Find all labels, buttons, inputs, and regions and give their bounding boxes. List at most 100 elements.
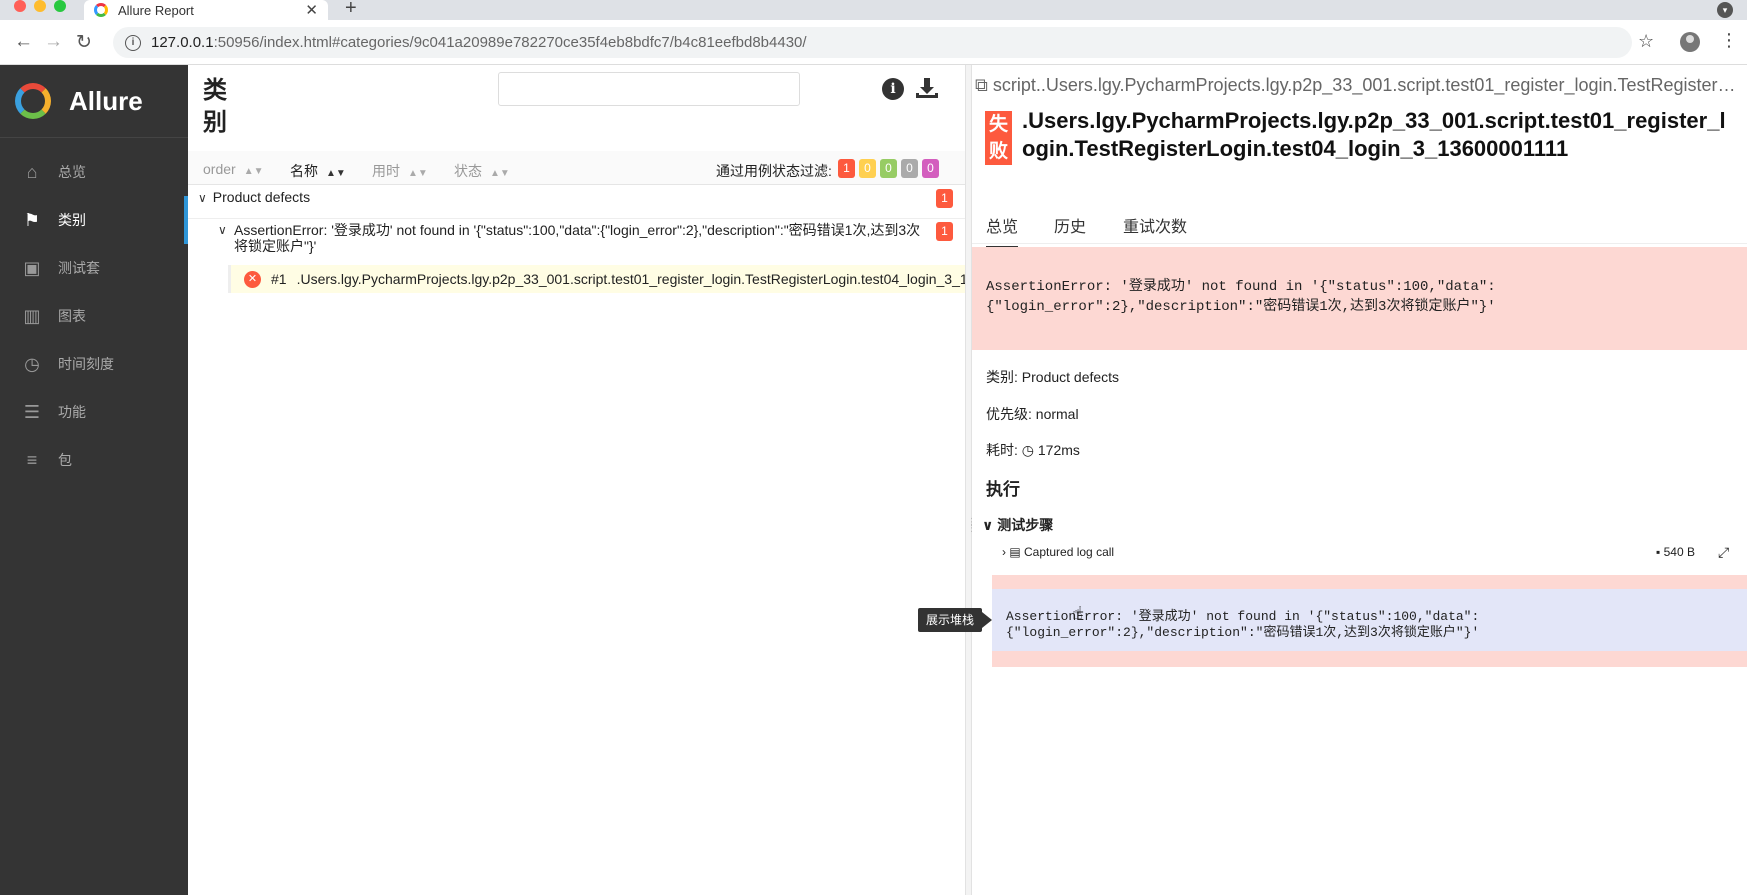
group-label: Product defects bbox=[212, 189, 311, 205]
info-icon[interactable]: i bbox=[882, 78, 904, 100]
tree-group-row[interactable]: ∨ Product defects 1 bbox=[188, 189, 965, 219]
sidebar-item-timeline[interactable]: ◷ 时间刻度 bbox=[0, 340, 188, 388]
step-row[interactable]: › ▤ Captured log call bbox=[1002, 545, 1747, 559]
site-info-icon[interactable]: i bbox=[125, 34, 141, 51]
sidebar-item-label: 测试套 bbox=[58, 260, 100, 276]
sidebar-item-label: 功能 bbox=[58, 404, 86, 420]
test-case-row[interactable]: ✕ #1 .Users.lgy.PycharmProjects.lgy.p2p_… bbox=[228, 265, 965, 293]
test-title: .Users.lgy.PycharmProjects.lgy.p2p_33_00… bbox=[1022, 108, 1726, 161]
window-zoom-button[interactable] bbox=[54, 0, 66, 12]
failed-status-icon: ✕ bbox=[244, 270, 261, 288]
error-count-badge: 1 bbox=[936, 222, 953, 241]
sidebar-item-packages[interactable]: ≡ 包 bbox=[0, 436, 188, 484]
step-label: Captured log call bbox=[1024, 545, 1115, 559]
clock-icon: ◷ bbox=[1021, 442, 1034, 458]
back-arrow-icon[interactable]: ← bbox=[14, 31, 33, 53]
sort-duration[interactable]: 用时 ▲▼ bbox=[372, 161, 428, 181]
brand-name: Allure bbox=[69, 85, 143, 116]
sort-bar: order ▲▼ 名称 ▲▼ 用时 ▲▼ 状态 ▲▼ 通过用例状态过滤: 1 0 0 0… bbox=[188, 151, 965, 185]
test-case-number: #1 bbox=[271, 271, 287, 287]
severity-info: 优先级: normal bbox=[986, 406, 1079, 422]
browser-tab[interactable]: Allure Report ✕ bbox=[84, 0, 328, 20]
window-minimize-button[interactable] bbox=[34, 0, 46, 12]
briefcase-icon: ▣ bbox=[23, 257, 41, 278]
browser-tab-strip: Allure Report ✕ + ▾ bbox=[0, 0, 1747, 20]
sidebar-item-label: 时间刻度 bbox=[58, 356, 114, 372]
result-tabs: 总览 历史 重试次数 bbox=[972, 205, 1747, 248]
duration-info: 耗时: ◷ 172ms bbox=[986, 442, 1080, 458]
tab-history[interactable]: 历史 bbox=[1054, 213, 1086, 237]
tab-close-icon[interactable]: ✕ bbox=[305, 1, 318, 19]
browser-toolbar: ← → ↻ i 127.0.0.1:50956/index.html#categ… bbox=[0, 20, 1747, 65]
forward-arrow-icon[interactable]: → bbox=[44, 31, 63, 53]
sidebar-item-suites[interactable]: ▣ 测试套 bbox=[0, 244, 188, 292]
home-icon: ⌂ bbox=[26, 161, 38, 182]
test-steps-header[interactable]: ∨ 测试步骤 bbox=[982, 515, 1053, 535]
tab-retries[interactable]: 重试次数 bbox=[1123, 213, 1187, 237]
window-close-button[interactable] bbox=[14, 0, 26, 12]
test-result-pane: ⧉ script..Users.lgy.PycharmProjects.lgy.… bbox=[972, 65, 1747, 895]
sidebar-item-graphs[interactable]: ▥ 图表 bbox=[0, 292, 188, 340]
sidebar-item-label: 总览 bbox=[58, 164, 86, 180]
filter-broken[interactable]: 0 bbox=[859, 159, 876, 178]
breadcrumb[interactable]: ⧉ script..Users.lgy.PycharmProjects.lgy.… bbox=[975, 75, 1745, 96]
brand[interactable]: Allure bbox=[0, 65, 188, 138]
hand-cursor-icon: ☝ bbox=[1072, 603, 1083, 623]
execution-title: 执行 bbox=[986, 480, 1020, 499]
group-count-badge: 1 bbox=[936, 189, 953, 208]
status-filter: 1 0 0 0 0 bbox=[838, 159, 939, 178]
flag-icon: ⚑ bbox=[23, 209, 41, 230]
filter-passed[interactable]: 0 bbox=[880, 159, 897, 178]
log-attachment: AssertionError: '登录成功' not found in '{"s… bbox=[992, 575, 1747, 667]
save-icon: ▪ bbox=[1656, 545, 1664, 559]
clock-icon: ◷ bbox=[24, 353, 40, 374]
status-badge: 失败 bbox=[985, 111, 1012, 165]
chevron-down-icon: ∨ bbox=[198, 191, 207, 205]
sidebar-item-overview[interactable]: ⌂ 总览 bbox=[0, 148, 188, 196]
browser-tab-title: Allure Report bbox=[118, 2, 194, 18]
url-host: 127.0.0.1 bbox=[151, 34, 214, 51]
categories-pane: 类别 i order ▲▼ 名称 ▲▼ 用时 ▲▼ 状态 ▲▼ 通过用例状态过滤: 1 … bbox=[188, 65, 965, 895]
expand-icon[interactable]: ⤢ bbox=[1718, 544, 1729, 561]
search-input[interactable] bbox=[498, 72, 800, 106]
tab-search-icon[interactable]: ▾ bbox=[1717, 2, 1733, 18]
tree-error-row[interactable]: ∨ AssertionError: '登录成功' not found in '{… bbox=[188, 222, 965, 260]
test-case-label: .Users.lgy.PycharmProjects.lgy.p2p_33_00… bbox=[296, 271, 965, 287]
log-text[interactable]: AssertionError: '登录成功' not found in '{"s… bbox=[992, 589, 1747, 651]
sort-status[interactable]: 状态 ▲▼ bbox=[454, 161, 510, 181]
chevron-down-icon: ∨ bbox=[218, 223, 227, 237]
align-left-icon: ≡ bbox=[26, 449, 38, 470]
allure-favicon-icon bbox=[94, 3, 108, 17]
bar-chart-icon: ▥ bbox=[23, 305, 41, 326]
sidebar-item-categories[interactable]: ⚑ 类别 bbox=[0, 196, 188, 244]
sort-name[interactable]: 名称 ▲▼ bbox=[290, 161, 346, 181]
profile-avatar-icon[interactable] bbox=[1680, 32, 1700, 52]
browser-menu-icon[interactable]: ⋮ bbox=[1720, 30, 1738, 51]
sidebar-item-label: 类别 bbox=[58, 212, 86, 228]
url-path: :50956/index.html#categories/9c041a20989… bbox=[213, 34, 807, 51]
copy-icon[interactable]: ⧉ bbox=[975, 75, 993, 95]
pane-splitter[interactable]: ⋮⋮ bbox=[965, 65, 977, 895]
address-bar[interactable]: i 127.0.0.1:50956/index.html#categories/… bbox=[113, 27, 1632, 58]
new-tab-button[interactable]: + bbox=[345, 0, 357, 20]
chevron-down-icon: ∨ bbox=[982, 517, 998, 533]
download-icon[interactable] bbox=[914, 75, 940, 101]
bookmark-star-icon[interactable]: ☆ bbox=[1638, 31, 1654, 52]
reload-icon[interactable]: ↻ bbox=[76, 31, 92, 54]
file-icon: ▤ bbox=[1009, 545, 1025, 559]
sidebar-item-behaviors[interactable]: ☰ 功能 bbox=[0, 388, 188, 436]
filter-skipped[interactable]: 0 bbox=[901, 159, 918, 178]
tab-overview[interactable]: 总览 bbox=[986, 213, 1019, 248]
filter-failed[interactable]: 1 bbox=[838, 159, 855, 178]
sort-order[interactable]: order ▲▼ bbox=[203, 161, 263, 177]
list-icon: ☰ bbox=[23, 401, 41, 422]
sidebar: Allure ⌂ 总览 ⚑ 类别 ▣ 测试套 ▥ 图表 ◷ 时间刻度 ☰ 功能 … bbox=[0, 65, 188, 895]
status-filter-label: 通过用例状态过滤: bbox=[716, 163, 832, 179]
page-title: 类别 bbox=[203, 77, 227, 136]
error-message: AssertionError: '登录成功' not found in '{"s… bbox=[972, 247, 1747, 350]
sidebar-item-label: 包 bbox=[58, 452, 72, 468]
filter-unknown[interactable]: 0 bbox=[922, 159, 939, 178]
attachment-size: ▪ 540 B bbox=[1656, 545, 1695, 559]
show-stacktrace-tooltip: 展示堆栈 bbox=[918, 608, 993, 632]
sidebar-item-label: 图表 bbox=[58, 308, 86, 324]
